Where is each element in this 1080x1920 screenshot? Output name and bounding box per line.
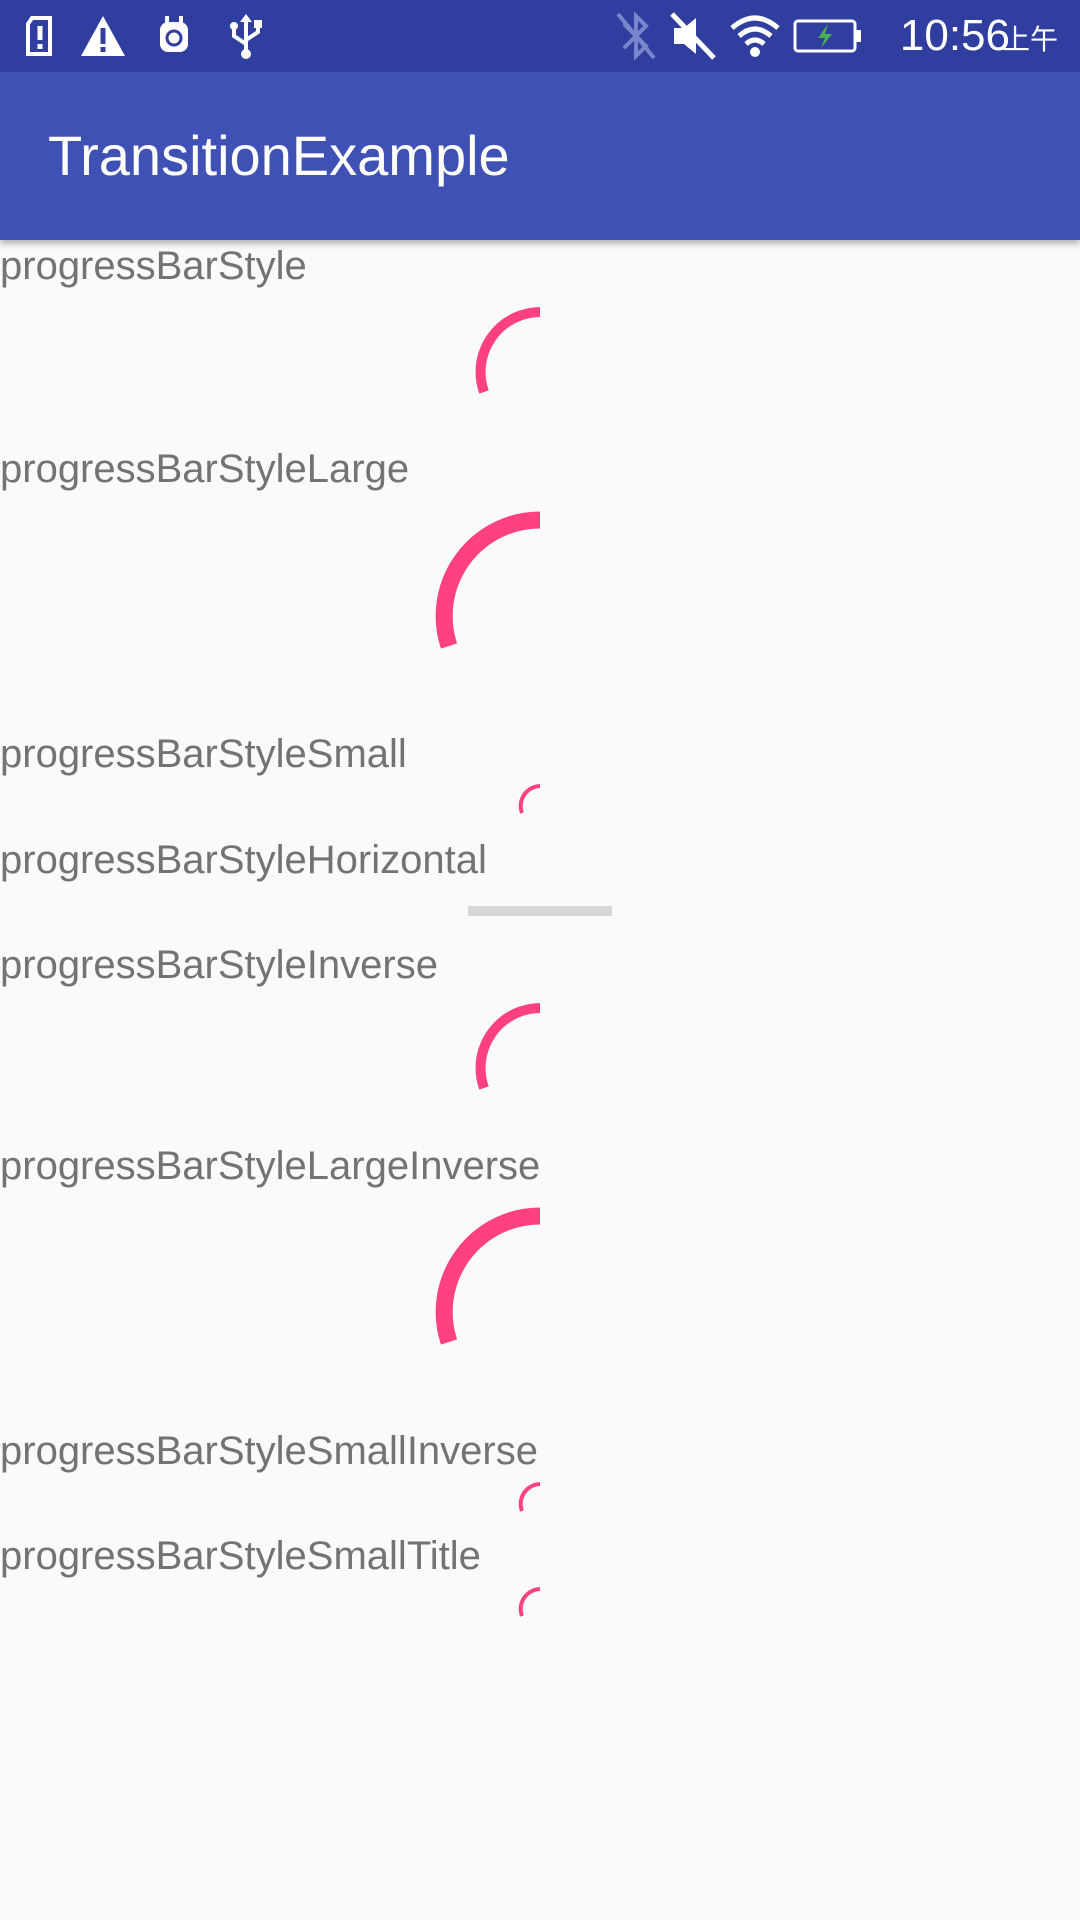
mute-icon — [670, 12, 716, 60]
label-progress-bar-style: progressBarStyle — [0, 244, 307, 288]
label-progress-bar-style-small-inverse: progressBarStyleSmallInverse — [0, 1429, 538, 1473]
label-progress-bar-style-horizontal: progressBarStyleHorizontal — [0, 838, 487, 882]
progress-spinner-large-inverse — [435, 1207, 541, 1345]
progress-spinner-inverse — [475, 1003, 541, 1090]
label-progress-bar-style-small-title: progressBarStyleSmallTitle — [0, 1534, 481, 1578]
battery-charging-icon — [793, 19, 861, 53]
usb-icon — [230, 14, 262, 59]
label-progress-bar-style-large: progressBarStyleLarge — [0, 447, 410, 491]
label-progress-bar-style-small: progressBarStyleSmall — [0, 732, 407, 776]
bug-icon — [160, 16, 188, 52]
progress-spinner-large — [435, 511, 541, 649]
progress-spinner-medium — [475, 307, 541, 394]
app-title: TransitionExample — [48, 124, 510, 187]
sim-alert-icon — [26, 16, 52, 56]
warning-icon — [81, 16, 125, 56]
status-time: 10:56 — [899, 11, 1010, 60]
app-bar: TransitionExample — [0, 72, 1080, 240]
progress-bar-horizontal — [468, 906, 612, 916]
bluetooth-icon — [616, 11, 656, 61]
progress-list: progressBarStyle progressBarStyleLarge p… — [0, 240, 1080, 1920]
progress-spinner-small-inverse — [518, 1482, 541, 1512]
status-bar: 10:56 上午 — [0, 0, 1080, 72]
wifi-icon — [730, 15, 780, 57]
label-progress-bar-style-large-inverse: progressBarStyleLargeInverse — [0, 1144, 541, 1188]
status-ampm: 上午 — [1001, 24, 1058, 55]
label-progress-bar-style-inverse: progressBarStyleInverse — [0, 943, 438, 987]
progress-spinner-small — [518, 784, 541, 814]
progress-spinner-small-title — [518, 1587, 541, 1617]
